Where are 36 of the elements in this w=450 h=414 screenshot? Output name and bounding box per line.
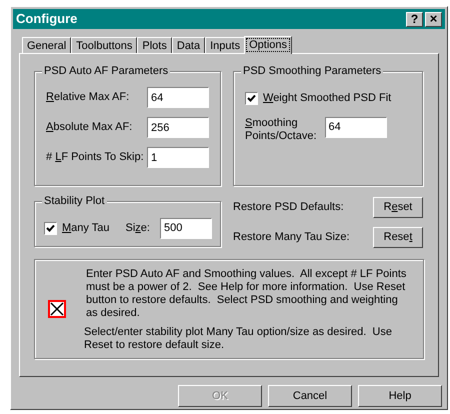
checkbox-label: Many Tau [62, 220, 110, 236]
input-field[interactable]: 500 [160, 218, 212, 238]
check-icon [46, 224, 55, 232]
input-field[interactable]: 64 [147, 87, 209, 108]
reset-button[interactable]: Reset [373, 197, 423, 218]
restore-label: Restore PSD Defaults: [233, 200, 344, 216]
field-label: Size: [126, 220, 150, 236]
group-title: PSD Smoothing Parameters [241, 64, 384, 78]
group-title: Stability Plot [42, 194, 107, 208]
input-field[interactable]: 256 [147, 117, 209, 138]
checkbox[interactable] [245, 92, 258, 105]
tab[interactable]: Options [244, 36, 292, 54]
tab[interactable]: General [22, 37, 72, 53]
field-label: Absolute Max AF: [46, 120, 132, 136]
check-icon [247, 94, 256, 102]
help-button[interactable]: ? [406, 12, 423, 26]
tab[interactable]: Data [172, 37, 206, 53]
checkbox-label: Weight Smoothed PSD Fit [263, 91, 392, 106]
reset-button[interactable]: Reset [373, 227, 423, 248]
info-text: Enter PSD Auto AF and Smoothing values. All except # LF Points must be a power of 2. See Help for more information. Use Reset button to restore defaults. Select PSD smoothing and weighting as desired. [86, 268, 408, 320]
input-field[interactable]: 64 [324, 116, 387, 138]
field-label: Relative Max AF: [46, 90, 130, 106]
dialog-button[interactable]: Help [358, 385, 442, 407]
input-field[interactable]: 1 [147, 147, 209, 168]
window-title: Configure [16, 10, 78, 28]
field-label: Smoothing Points/Octave: [245, 116, 317, 142]
checkbox[interactable] [44, 222, 57, 234]
close-button[interactable]: × [425, 12, 442, 26]
tab[interactable]: Inputs [205, 37, 246, 53]
cross-box-icon [48, 300, 66, 318]
tab[interactable]: Toolbuttons [71, 37, 138, 53]
tab[interactable]: Plots [137, 37, 172, 53]
field-label: # LF Points To Skip: [46, 150, 144, 166]
restore-label: Restore Many Tau Size: [233, 230, 350, 246]
dialog-button[interactable]: Cancel [268, 385, 352, 407]
info-text: Select/enter stability plot Many Tau option/size as desired. Use Reset to restore default size. [84, 326, 393, 352]
